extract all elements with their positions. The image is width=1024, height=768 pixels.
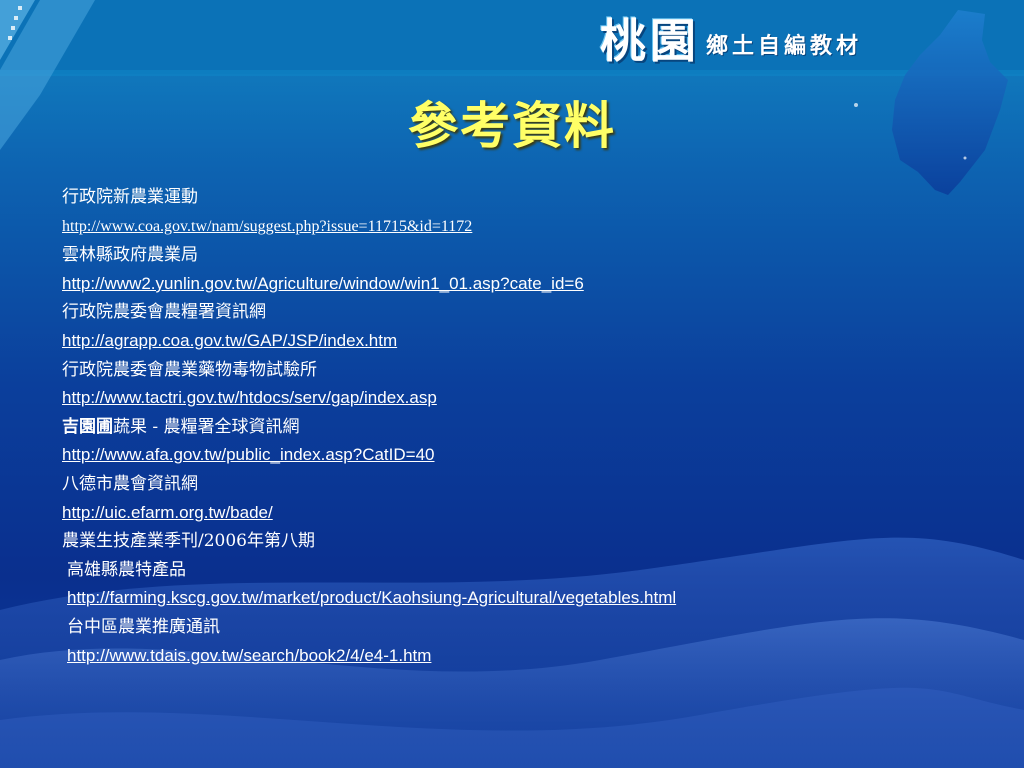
reference-item: 行政院農委會農糧署資訊網 (62, 302, 266, 323)
slide-title: 參考資料 (408, 97, 616, 155)
reference-link[interactable]: http://uic.efarm.org.tw/bade/ (62, 503, 273, 522)
reference-item-rest: 蔬果 - 農糧署全球資訊網 (113, 416, 300, 437)
reference-link[interactable]: http://www2.yunlin.gov.tw/Agriculture/wi… (62, 274, 584, 293)
reference-item: 八德市農會資訊網 (62, 473, 198, 494)
reference-list: 行政院新農業運動 http://www.coa.gov.tw/nam/sugge… (62, 183, 962, 670)
reference-item: 台中區農業推廣通訊 (67, 616, 220, 637)
reference-item: 雲林縣政府農業局 (62, 245, 198, 266)
brand-logo: 桃園 鄉土自編教材 (600, 10, 863, 68)
reference-link[interactable]: http://www.tactri.gov.tw/htdocs/serv/gap… (62, 388, 437, 407)
slide: 桃園 鄉土自編教材 參考資料 行政院新農業運動 http://www.coa.g… (0, 0, 1024, 768)
reference-item: 行政院新農業運動 (62, 187, 198, 207)
reference-item: 吉園圃蔬果 - 農糧署全球資訊網 (62, 413, 962, 442)
reference-link[interactable]: http://farming.kscg.gov.tw/market/produc… (67, 588, 676, 607)
brand-subtitle: 鄉土自編教材 (706, 34, 863, 59)
reference-item: 行政院農委會農業藥物毒物試驗所 (62, 359, 317, 380)
reference-link[interactable]: http://www.afa.gov.tw/public_index.asp?C… (62, 445, 434, 464)
reference-item: 農業生技產業季刊/2006年第八期 (62, 531, 315, 552)
reference-link[interactable]: http://www.coa.gov.tw/nam/suggest.php?is… (62, 218, 472, 235)
brand-main-text: 桃園 (600, 14, 700, 68)
reference-link[interactable]: http://www.tdais.gov.tw/search/book2/4/e… (67, 646, 431, 665)
reference-link[interactable]: http://agrapp.coa.gov.tw/GAP/JSP/index.h… (62, 331, 397, 350)
reference-item-bold: 吉園圃 (62, 416, 113, 437)
reference-item: 高雄縣農特產品 (67, 559, 186, 580)
